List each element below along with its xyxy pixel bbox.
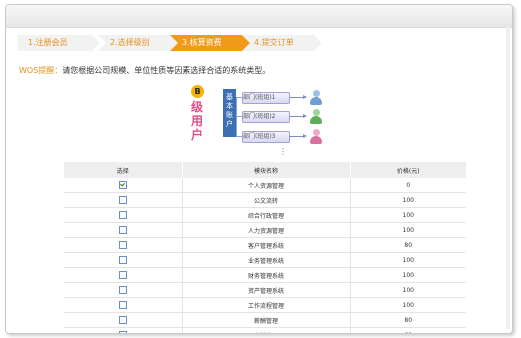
table-row: 考勤管理60 bbox=[64, 327, 466, 333]
more-dots: ⋮ bbox=[279, 147, 287, 156]
table-row: 个人资源管理 0 bbox=[64, 178, 466, 193]
module-checkbox[interactable] bbox=[118, 286, 127, 294]
module-checkbox[interactable] bbox=[118, 181, 127, 189]
level-label: 级用户 bbox=[191, 100, 204, 142]
level-badge: B bbox=[191, 85, 204, 98]
step-register[interactable]: 1.注册会员 bbox=[18, 35, 100, 51]
module-checkbox[interactable] bbox=[118, 301, 127, 309]
basic-account-box: 基本账户 bbox=[223, 89, 236, 137]
select-cell bbox=[64, 192, 183, 208]
connector-line bbox=[236, 97, 237, 137]
module-name: 综合行政管理 bbox=[182, 207, 351, 223]
column-header-select: 选择 bbox=[64, 162, 183, 178]
step-submit-order[interactable]: 4.提交订单 bbox=[242, 35, 322, 51]
select-cell bbox=[64, 178, 183, 193]
module-checkbox[interactable] bbox=[118, 271, 127, 279]
step-label: 2.选择级别 bbox=[110, 38, 150, 47]
table-row: 综合行政管理 100 bbox=[64, 207, 466, 223]
step-select-level[interactable]: 2.选择级别 bbox=[98, 35, 178, 51]
select-cell bbox=[64, 252, 183, 268]
account-diagram: B 级用户 基本账户 部门(班组)1 部门(班组)2 部门(班组)3 ⋮ bbox=[187, 85, 335, 156]
department-box: 部门(班组)3 bbox=[242, 131, 290, 143]
select-cell bbox=[64, 282, 183, 298]
arrow-icon bbox=[289, 114, 307, 118]
select-cell bbox=[64, 297, 183, 313]
select-cell bbox=[64, 312, 183, 328]
module-price: 100 bbox=[350, 267, 466, 283]
module-name: 业务管理系统 bbox=[182, 252, 351, 268]
module-name: 客户管理系统 bbox=[182, 237, 351, 253]
tip-label: WOS提醒： bbox=[19, 66, 63, 75]
column-header-module: 模块名称 bbox=[182, 162, 351, 178]
module-price: 60 bbox=[350, 327, 466, 333]
step-label: 1.注册会员 bbox=[28, 38, 68, 47]
module-name: 人力资源管理 bbox=[182, 222, 351, 238]
select-cell bbox=[64, 222, 183, 238]
module-name: 考勤管理 bbox=[182, 327, 351, 333]
select-cell bbox=[64, 237, 183, 253]
column-header-price: 价格(元) bbox=[350, 162, 466, 178]
tip-message: WOS提醒：请您根据公司规模、单位性质等因素选择合适的系统类型。 bbox=[19, 65, 270, 76]
step-label: 3.核算资费 bbox=[182, 38, 222, 47]
tip-text: 请您根据公司规模、单位性质等因素选择合适的系统类型。 bbox=[62, 66, 271, 75]
user-icon bbox=[309, 129, 323, 145]
step-label: 4.提交订单 bbox=[254, 38, 294, 47]
content-frame: 1.注册会员 2.选择级别 3.核算资费 4.提交订单 WOS提醒：请您根据公司… bbox=[5, 4, 513, 334]
module-price: 80 bbox=[350, 237, 466, 253]
module-price: 100 bbox=[350, 252, 466, 268]
table-header-row: 选择 模块名称 价格(元) bbox=[64, 162, 466, 178]
module-checkbox[interactable] bbox=[118, 316, 127, 324]
user-icon bbox=[309, 109, 323, 125]
module-checkbox[interactable] bbox=[118, 211, 127, 219]
department-box: 部门(班组)2 bbox=[242, 111, 290, 123]
select-cell bbox=[64, 267, 183, 283]
module-checkbox[interactable] bbox=[118, 226, 127, 234]
module-checkbox[interactable] bbox=[118, 256, 127, 264]
table-row: 公文流转 100 bbox=[64, 192, 466, 208]
module-name: 财务管理系统 bbox=[182, 267, 351, 283]
module-checkbox[interactable] bbox=[118, 196, 127, 204]
table-row: 资产管理系统 100 bbox=[64, 282, 466, 298]
module-name: 个人资源管理 bbox=[182, 178, 351, 193]
arrow-icon bbox=[289, 95, 307, 99]
module-price: 100 bbox=[350, 192, 466, 208]
table-row: 业务管理系统 100 bbox=[64, 252, 466, 268]
module-name: 工作流程管理 bbox=[182, 297, 351, 313]
module-name: 公文流转 bbox=[182, 192, 351, 208]
module-name: 资产管理系统 bbox=[182, 282, 351, 298]
module-price: 100 bbox=[350, 222, 466, 238]
department-box: 部门(班组)1 bbox=[242, 92, 290, 104]
arrow-icon bbox=[289, 134, 307, 138]
user-icon bbox=[309, 90, 323, 106]
module-price: 100 bbox=[350, 297, 466, 313]
module-price: 100 bbox=[350, 282, 466, 298]
module-checkbox[interactable] bbox=[118, 331, 127, 333]
table-row: 财务管理系统 100 bbox=[64, 267, 466, 283]
module-name: 薪酬管理 bbox=[182, 312, 351, 328]
table-row: 薪酬管理 80 bbox=[64, 312, 466, 328]
top-band bbox=[6, 5, 512, 28]
table-row: 人力资源管理 100 bbox=[64, 222, 466, 238]
module-price: 100 bbox=[350, 207, 466, 223]
module-table: 选择 模块名称 价格(元) 个人资源管理 0 公文流转 100 综合行政管理 100 人力资… bbox=[64, 162, 466, 333]
step-calculate-fees[interactable]: 3.核算资费 bbox=[170, 35, 250, 51]
scrollbar[interactable] bbox=[506, 27, 510, 329]
table-row: 工作流程管理 100 bbox=[64, 297, 466, 313]
module-price: 80 bbox=[350, 312, 466, 328]
select-cell bbox=[64, 327, 183, 333]
module-checkbox[interactable] bbox=[118, 241, 127, 249]
table-row: 客户管理系统 80 bbox=[64, 237, 466, 253]
select-cell bbox=[64, 207, 183, 223]
module-price: 0 bbox=[350, 178, 466, 193]
